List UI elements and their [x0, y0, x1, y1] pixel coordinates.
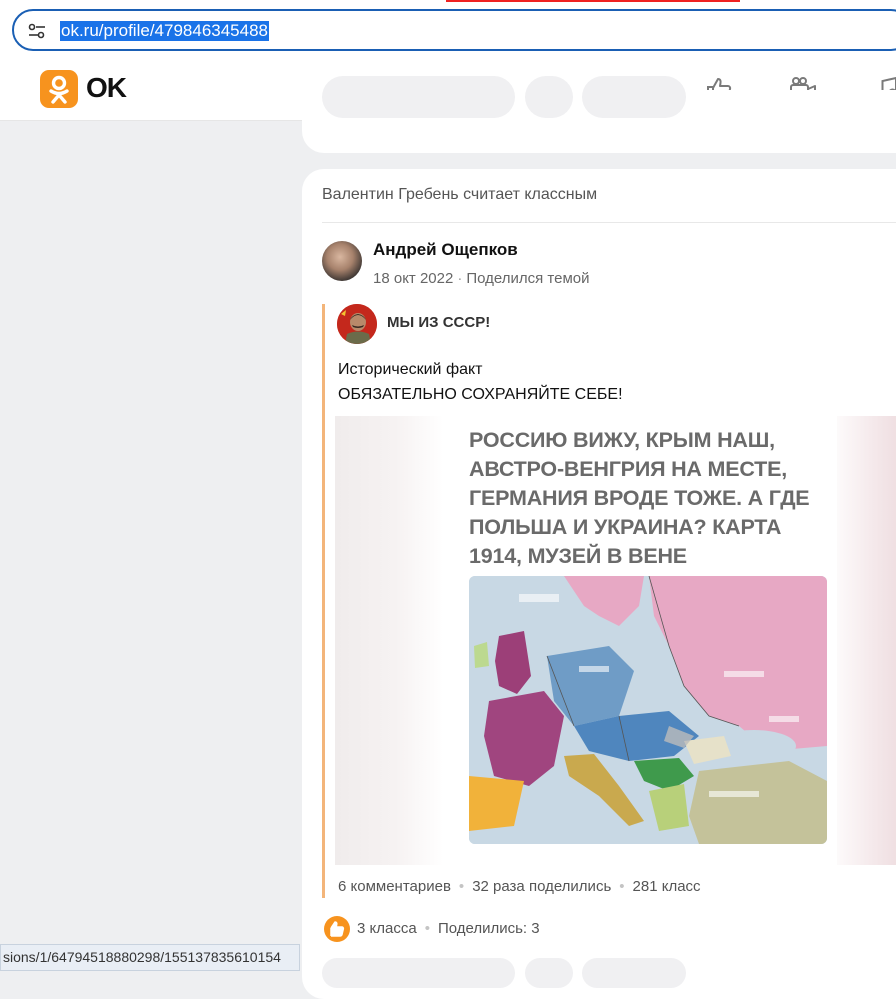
url-text[interactable]: ok.ru/profile/479846345488 — [60, 21, 269, 41]
post-text: Исторический факт ОБЯЗАТЕЛЬНО СОХРАНЯЙТЕ… — [338, 357, 623, 407]
likes-count[interactable]: 3 класса — [357, 920, 417, 937]
post-text-line: ОБЯЗАТЕЛЬНО СОХРАНЯЙТЕ СЕБЕ! — [338, 386, 623, 403]
site-settings-icon[interactable] — [28, 22, 46, 40]
meme-image: РОССИЮ ВИЖУ, КРЫМ НАШ, АВСТРО-ВЕНГРИЯ НА… — [459, 416, 837, 865]
like-reaction-icon[interactable] — [324, 916, 350, 942]
shared-quote-bar — [322, 304, 325, 898]
post-meta: 18 окт 2022 · Поделился темой — [373, 270, 590, 287]
logo-text[interactable]: OK — [86, 72, 127, 104]
shared-post-stats: 6 комментариев • 32 раза поделились • 281 кл… — [338, 878, 701, 895]
address-bar[interactable]: ok.ru/profile/479846345488 — [12, 9, 896, 51]
group-avatar[interactable] — [337, 304, 377, 344]
divider — [322, 222, 896, 223]
feed-post-card: Валентин Гребень считает классным Андрей… — [302, 169, 896, 999]
comment-button[interactable] — [322, 958, 515, 988]
liked-by-text[interactable]: Валентин Гребень считает классным — [322, 186, 597, 204]
author-avatar[interactable] — [322, 241, 362, 281]
share-button[interactable] — [525, 76, 573, 118]
browser-toolbar: ok.ru/profile/479846345488 — [0, 0, 896, 60]
tab-indicator — [446, 0, 740, 2]
post-text-line: Исторический факт — [338, 361, 483, 378]
class-count[interactable]: 281 класс — [633, 878, 701, 895]
post-action: Поделился темой — [466, 270, 590, 287]
comment-button[interactable] — [322, 76, 515, 118]
historical-map-image — [469, 576, 827, 844]
like-button[interactable] — [582, 958, 686, 988]
like-button[interactable] — [582, 76, 686, 118]
post-image[interactable]: РОССИЮ ВИЖУ, КРЫМ НАШ, АВСТРО-ВЕНГРИЯ НА… — [335, 416, 896, 865]
post-date[interactable]: 18 окт 2022 — [373, 270, 453, 287]
meme-title: РОССИЮ ВИЖУ, КРЫМ НАШ, АВСТРО-ВЕНГРИЯ НА… — [469, 428, 810, 568]
post-reactions: 3 класса • Поделились: 3 — [357, 920, 540, 937]
shares-count[interactable]: 32 раза поделились — [472, 878, 611, 895]
group-name[interactable]: МЫ ИЗ СССР! — [387, 314, 490, 331]
ok-logo-icon[interactable] — [40, 70, 78, 108]
author-name[interactable]: Андрей Ощепков — [373, 240, 518, 260]
share-button[interactable] — [525, 958, 573, 988]
shared-count[interactable]: Поделились: 3 — [438, 920, 540, 937]
status-url-bar: sions/1/64794518880298/155137835610154 — [0, 944, 300, 971]
comments-count[interactable]: 6 комментариев — [338, 878, 451, 895]
previous-post-card — [302, 76, 896, 153]
